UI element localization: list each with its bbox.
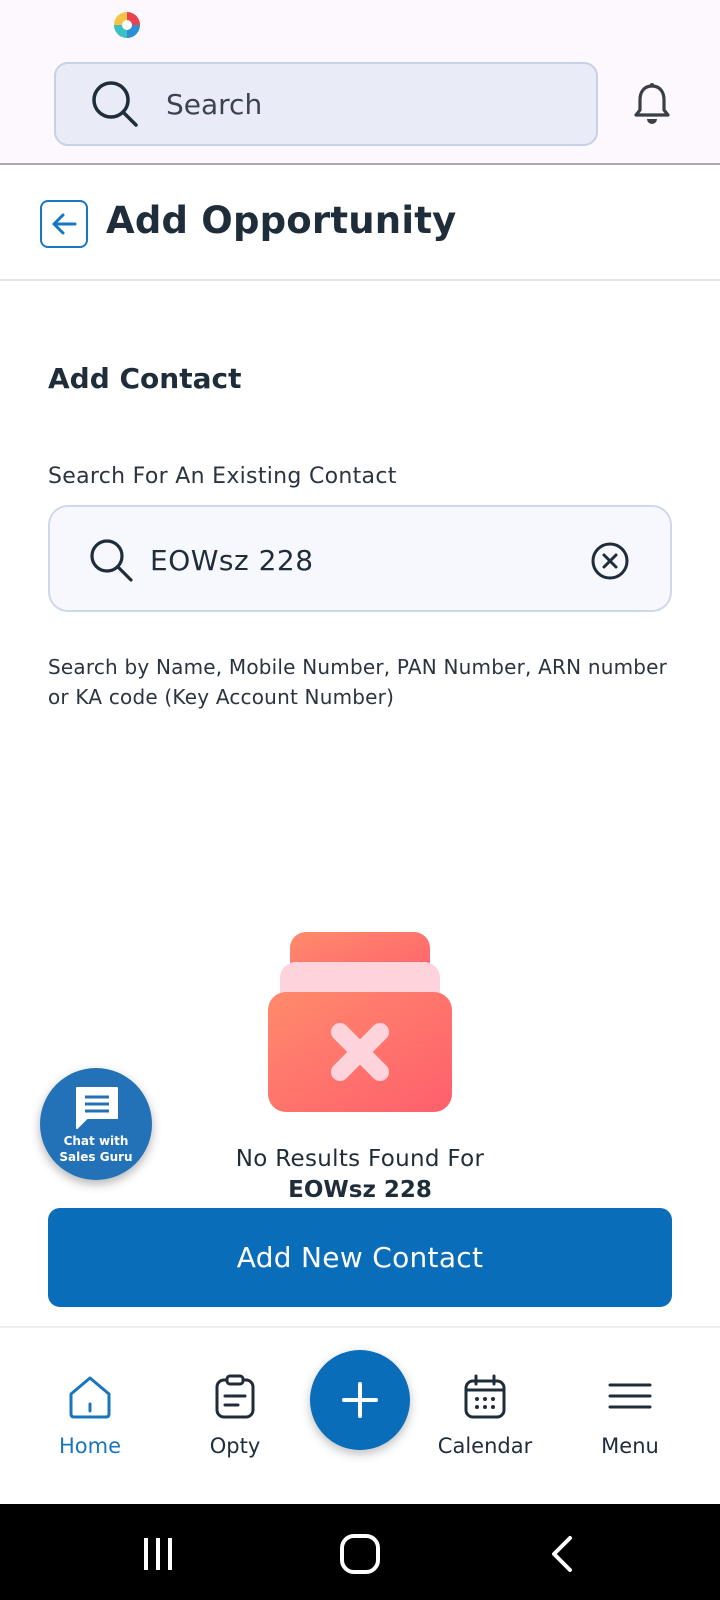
clipboard-icon bbox=[215, 1374, 255, 1419]
back-button[interactable] bbox=[40, 200, 88, 248]
bottom-navigation: Home Opty Calendar Menu bbox=[0, 1326, 720, 1504]
nav-item-calendar[interactable]: Calendar bbox=[425, 1374, 545, 1458]
back-system-icon[interactable] bbox=[540, 1532, 584, 1576]
nav-item-menu[interactable]: Menu bbox=[570, 1374, 690, 1458]
calendar-icon bbox=[464, 1374, 506, 1419]
section-title: Add Contact bbox=[48, 362, 242, 395]
chat-label-line1: Chat with bbox=[63, 1134, 129, 1148]
add-new-contact-button[interactable]: Add New Contact bbox=[48, 1208, 672, 1307]
home-system-icon[interactable] bbox=[338, 1532, 382, 1576]
nav-label-opty: Opty bbox=[209, 1434, 261, 1458]
hamburger-icon bbox=[608, 1383, 652, 1409]
contact-search-input[interactable] bbox=[150, 537, 570, 583]
nav-item-opty[interactable]: Opty bbox=[175, 1374, 295, 1458]
nav-label-home: Home bbox=[58, 1434, 121, 1458]
contact-search-label: Search For An Existing Contact bbox=[48, 464, 397, 489]
contact-search-box[interactable] bbox=[48, 505, 672, 612]
page-header: Add Opportunity bbox=[0, 167, 720, 281]
nav-label-calendar: Calendar bbox=[437, 1434, 533, 1458]
home-icon bbox=[69, 1376, 111, 1419]
chat-label-line2: Sales Guru bbox=[59, 1150, 133, 1164]
arrow-left-icon bbox=[52, 213, 77, 235]
search-helper-text: Search by Name, Mobile Number, PAN Numbe… bbox=[48, 655, 668, 709]
no-results-illustration-icon bbox=[268, 932, 452, 1112]
system-navigation-bar bbox=[0, 1504, 720, 1600]
top-bar bbox=[0, 0, 720, 165]
nav-item-home[interactable]: Home bbox=[30, 1374, 150, 1458]
create-fab-button[interactable] bbox=[310, 1350, 410, 1450]
search-icon bbox=[92, 81, 138, 127]
global-search-input[interactable] bbox=[166, 87, 566, 121]
app-logo-icon bbox=[114, 12, 140, 38]
clear-search-icon[interactable] bbox=[590, 541, 630, 581]
search-icon bbox=[90, 539, 133, 582]
recent-apps-icon[interactable] bbox=[136, 1532, 180, 1576]
notification-bell-icon[interactable] bbox=[632, 82, 672, 126]
no-results-query: EOWsz 228 bbox=[288, 1177, 432, 1203]
plus-icon bbox=[342, 1382, 378, 1418]
global-search-bar[interactable] bbox=[54, 62, 598, 146]
page-title: Add Opportunity bbox=[106, 199, 457, 242]
chat-sales-guru-button[interactable]: Chat with Sales Guru bbox=[40, 1068, 152, 1180]
nav-label-menu: Menu bbox=[601, 1434, 659, 1458]
chat-bubble-icon bbox=[76, 1087, 118, 1129]
